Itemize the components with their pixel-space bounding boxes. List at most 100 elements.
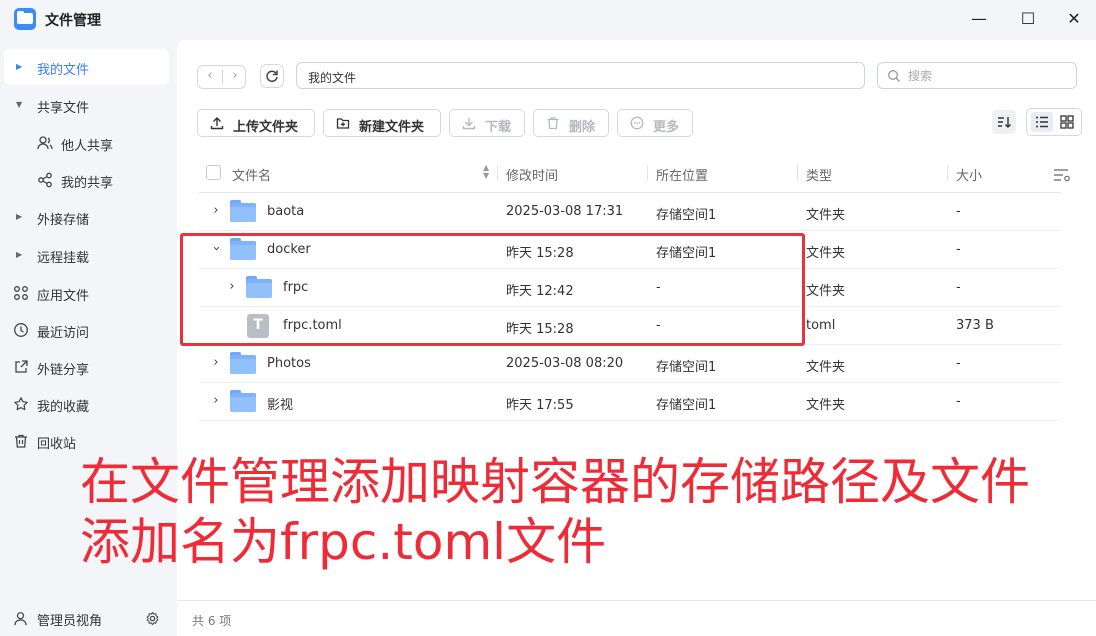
table-row[interactable]: › Photos 2025-03-08 08:20 存储空间1 文件夹 -: [199, 345, 1061, 383]
button-label: 新建文件夹: [359, 120, 425, 135]
file-size: -: [956, 280, 961, 295]
share-icon: [38, 172, 52, 188]
status-bar: 共 6 项: [177, 600, 1096, 636]
file-location: 存储空间1: [656, 208, 717, 223]
column-modified[interactable]: 修改时间: [506, 165, 558, 184]
refresh-icon[interactable]: [260, 64, 284, 88]
button-label: 下载: [485, 120, 512, 135]
table-row[interactable]: › 影视 昨天 17:55 存储空间1 文件夹 -: [199, 383, 1061, 421]
new-folder-button[interactable]: 新建文件夹: [323, 109, 441, 137]
apps-icon: [14, 286, 28, 300]
column-size[interactable]: 大小: [956, 165, 982, 184]
chevron-right-icon[interactable]: ›: [209, 203, 223, 218]
file-modified: 昨天 17:55: [506, 398, 574, 413]
sidebar-item-others-shared[interactable]: 他人共享: [4, 125, 169, 161]
more-button[interactable]: 更多: [617, 109, 693, 137]
forward-button[interactable]: ›: [223, 68, 247, 83]
download-icon: [462, 118, 476, 130]
trash-icon: [547, 117, 559, 130]
sidebar-item-favorites[interactable]: 我的收藏: [4, 386, 169, 422]
column-divider[interactable]: [647, 165, 648, 181]
column-divider[interactable]: [497, 165, 498, 181]
sidebar-item-label: 回收站: [37, 437, 77, 452]
select-all-checkbox[interactable]: [206, 165, 221, 180]
sort-icon[interactable]: ▲ ▼: [483, 164, 489, 180]
admin-view-footer: 管理员视角: [0, 600, 177, 636]
sort-order-icon[interactable]: [992, 110, 1016, 134]
path-bar[interactable]: 我的文件: [296, 62, 865, 89]
folder-icon: [230, 200, 256, 222]
file-type: 文件夹: [806, 246, 846, 261]
annotation-line-2: 添加名为frpc.toml文件: [80, 513, 607, 571]
sidebar-item-link-share[interactable]: 外链分享: [4, 349, 169, 385]
button-label: 更多: [653, 120, 680, 135]
sidebar-item-label: 我的共享: [61, 176, 114, 191]
column-location[interactable]: 所在位置: [656, 165, 708, 184]
view-mode-toggle: [1026, 108, 1082, 136]
file-type: 文件夹: [806, 398, 846, 413]
gear-icon[interactable]: [145, 611, 160, 626]
maximize-button[interactable]: ☐: [1014, 6, 1042, 32]
file-type: 文件夹: [806, 360, 846, 375]
sidebar-item-my-files[interactable]: ▶ 我的文件: [4, 49, 169, 85]
sidebar-item-label: 我的收藏: [37, 400, 90, 415]
window-title: 文件管理: [45, 13, 101, 29]
folder-icon: [230, 390, 256, 412]
column-settings-icon[interactable]: [1053, 167, 1071, 183]
search-icon: [888, 70, 900, 82]
caret-right-icon: ▶: [16, 250, 23, 259]
sidebar-item-label: 他人共享: [61, 139, 114, 154]
file-location: 存储空间1: [656, 398, 717, 413]
folder-icon: [230, 352, 256, 374]
delete-button[interactable]: 删除: [533, 109, 609, 137]
chevron-right-icon[interactable]: ›: [209, 355, 223, 370]
sidebar-item-label: 我的文件: [37, 63, 90, 78]
sidebar-item-app-files[interactable]: 应用文件: [4, 275, 169, 311]
download-button[interactable]: 下载: [449, 109, 525, 137]
grid-view-icon[interactable]: [1056, 112, 1078, 132]
table-header: 文件名 ▲ ▼ 修改时间 所在位置 类型 大小: [199, 153, 1061, 193]
sidebar-item-shared-files[interactable]: ▼ 共享文件: [4, 87, 169, 123]
file-name: 影视: [267, 398, 294, 413]
file-name: baota: [267, 204, 305, 219]
sidebar-item-label: 最近访问: [37, 326, 90, 341]
annotation-line-1: 在文件管理添加映射容器的存储路径及文件: [80, 453, 1030, 511]
column-divider[interactable]: [947, 165, 948, 181]
caret-right-icon: ▶: [16, 212, 23, 221]
close-button[interactable]: ✕: [1060, 6, 1088, 32]
sidebar-item-my-shares[interactable]: 我的共享: [4, 162, 169, 198]
history-nav: ‹ ›: [197, 65, 246, 89]
trash-icon: [15, 434, 27, 448]
list-view-icon[interactable]: [1031, 112, 1053, 132]
minimize-button[interactable]: —: [965, 6, 993, 32]
file-type: 文件夹: [806, 208, 846, 223]
admin-view-label[interactable]: 管理员视角: [37, 610, 102, 629]
caret-right-icon: ▶: [16, 62, 23, 71]
file-size: -: [956, 242, 961, 257]
sidebar-item-label: 共享文件: [37, 101, 90, 116]
column-name[interactable]: 文件名: [232, 165, 271, 184]
search-box[interactable]: [877, 62, 1077, 89]
link-share-icon: [15, 360, 28, 373]
upload-folder-button[interactable]: 上传文件夹: [197, 109, 315, 137]
app-folder-icon: [14, 8, 36, 30]
back-button[interactable]: ‹: [198, 68, 222, 83]
search-input[interactable]: [908, 67, 1068, 85]
upload-icon: [210, 117, 224, 130]
column-type[interactable]: 类型: [806, 165, 832, 184]
button-label: 删除: [569, 120, 596, 135]
sidebar-item-label: 外接存储: [37, 213, 90, 228]
path-text: 我的文件: [308, 71, 357, 85]
table-row[interactable]: › baota 2025-03-08 17:31 存储空间1 文件夹 -: [199, 193, 1061, 231]
sidebar-item-label: 外链分享: [37, 363, 90, 378]
sidebar-item-recent[interactable]: 最近访问: [4, 312, 169, 348]
sidebar-item-label: 应用文件: [37, 289, 90, 304]
file-size: -: [956, 204, 961, 219]
file-size: -: [956, 394, 961, 409]
sidebar-item-external-storage[interactable]: ▶ 外接存储: [4, 199, 169, 235]
chevron-right-icon[interactable]: ›: [209, 393, 223, 408]
column-divider[interactable]: [797, 165, 798, 181]
annotation-text: 在文件管理添加映射容器的存储路径及文件 添加名为frpc.toml文件: [80, 452, 1070, 572]
sidebar-item-remote-mount[interactable]: ▶ 远程挂载: [4, 237, 169, 273]
star-icon: [14, 397, 28, 411]
